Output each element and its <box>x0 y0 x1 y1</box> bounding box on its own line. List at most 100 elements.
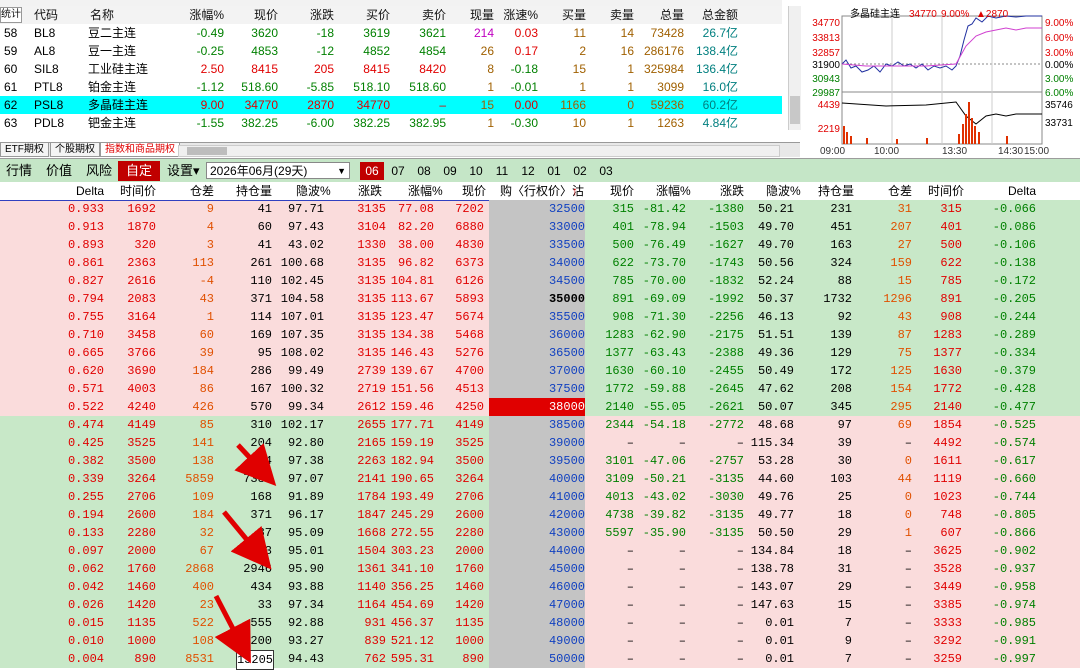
col-put-delta[interactable]: Delta <box>1008 182 1036 200</box>
month-tab-12[interactable]: 12 <box>516 159 540 183</box>
option-row[interactable]: 0.710 3458 60 169 107.35 3135 134.38 5468 36000 1… <box>0 326 1080 344</box>
option-row[interactable]: 0.004 890 8531 13205 94.43 762 595.31 890 50000–… <box>0 650 1080 670</box>
col-call-chg-pct[interactable]: 涨幅% <box>408 182 443 200</box>
option-row[interactable]: 0.042 1460 400 434 93.88 1140 356.25 1460 46000–… <box>0 578 1080 596</box>
col-amount[interactable]: 总金额 <box>688 6 738 24</box>
option-row[interactable]: 0.010 1000 108 200 93.27 839 521.12 1000 49000– –… <box>0 632 1080 650</box>
option-row[interactable]: 0.827 2616 -4 110 102.45 3135 104.81 6126 34500 7… <box>0 272 1080 290</box>
col-call-oi-change[interactable]: 仓差 <box>190 182 214 200</box>
quote-row[interactable]: 59 AL8 豆一主连 -0.25 4853 -12 4852 4854 26 0.17 2 16 28… <box>0 42 782 60</box>
quote-row[interactable]: 62 PSL8 多晶硅主连 9.00 34770 2870 34770 – 15 0.00 1166… <box>0 96 782 114</box>
col-bid[interactable]: 买价 <box>338 6 390 24</box>
strike-cell[interactable]: 39000 <box>489 434 585 452</box>
toolbar-quote[interactable]: 行情 <box>6 159 32 183</box>
col-put-chg-pct[interactable]: 涨幅% <box>656 182 691 200</box>
strike-cell[interactable]: 33500 <box>489 236 585 254</box>
strike-cell[interactable]: 35500 <box>489 308 585 326</box>
strike-cell[interactable]: 44000 <box>489 542 585 560</box>
toolbar-value[interactable]: 价值 <box>46 159 72 183</box>
stats-button[interactable]: 统计 <box>0 7 22 23</box>
month-tab-01[interactable]: 01 <box>542 159 566 183</box>
strike-cell[interactable]: 40000 <box>489 470 585 488</box>
strike-cell[interactable]: 33000 <box>489 218 585 236</box>
option-row[interactable]: 0.933 1692 9 41 97.71 3135 77.08 7202 32500 315 -8… <box>0 200 1080 218</box>
col-put-oi-change[interactable]: 仓差 <box>888 182 912 200</box>
option-row[interactable]: 0.474 4149 85 310 102.17 2655 177.71 4149 38500 2… <box>0 416 1080 434</box>
option-row[interactable]: 0.571 4003 86 167 100.32 2719 151.56 4513 37500 1… <box>0 380 1080 398</box>
col-call-change[interactable]: 涨跌 <box>358 182 382 200</box>
tab-etf-options[interactable]: ETF期权 <box>0 143 49 157</box>
strike-cell[interactable]: 49000 <box>489 632 585 650</box>
month-tab-09[interactable]: 09 <box>438 159 462 183</box>
option-row[interactable]: 0.133 2280 32 87 95.09 1668 272.55 2280 43000 559… <box>0 524 1080 542</box>
month-tab-10[interactable]: 10 <box>464 159 488 183</box>
col-put-iv[interactable]: 隐波% <box>766 182 801 200</box>
month-tab-11[interactable]: 11 <box>490 159 514 183</box>
option-row[interactable]: 0.097 2000 67 113 95.01 1504 303.23 2000 44000– –… <box>0 542 1080 560</box>
quote-row[interactable]: 60 SIL8 工业硅主连 2.50 8415 205 8415 8420 8 -0.18 15 1 3… <box>0 60 782 78</box>
toolbar-custom[interactable]: 自定 <box>118 161 161 181</box>
quote-table[interactable]: 统计 代码 名称 涨幅% 现价 涨跌 买价 卖价 现量 涨速% 买量 卖量 总量… <box>0 6 782 132</box>
quote-row[interactable]: 61 PTL8 铂金主连 -1.12 518.60 -5.85 518.10 518.60 1 -… <box>0 78 782 96</box>
strike-cell[interactable]: 41000 <box>489 488 585 506</box>
quote-row[interactable]: 58 BL8 豆二主连 -0.49 3620 -18 3619 3621 214 0.03 11 14… <box>0 24 782 42</box>
option-row[interactable]: 0.026 1420 23 33 97.34 1164 454.69 1420 47000– – –… <box>0 596 1080 614</box>
month-tab-03[interactable]: 03 <box>594 159 618 183</box>
col-call-open-interest[interactable]: 持仓量 <box>236 182 272 200</box>
col-chg-pct[interactable]: 涨幅% <box>170 6 224 24</box>
scrollbar-thumb[interactable] <box>187 147 227 155</box>
col-put-time-value[interactable]: 时间价 <box>928 182 964 200</box>
sort-arrow-icon[interactable]: ↑ <box>572 182 578 200</box>
col-ask[interactable]: 卖价 <box>394 6 446 24</box>
col-code[interactable]: 代码 <box>34 6 58 24</box>
toolbar-settings[interactable]: 设置▾ <box>167 159 200 183</box>
strike-cell[interactable]: 32500 <box>489 200 585 218</box>
strike-cell[interactable]: 42000 <box>489 506 585 524</box>
tab-stock-options[interactable]: 个股期权 <box>50 143 100 157</box>
mini-intraday-chart[interactable]: 34770 33813 32857 31900 30943 29987 4439… <box>806 6 1080 157</box>
option-row[interactable]: 0.522 4240 426 570 99.34 2612 159.46 4250 38000 2… <box>0 398 1080 416</box>
strike-cell[interactable]: 38000 <box>489 398 585 416</box>
option-row[interactable]: 0.194 2600 184 371 96.17 1847 245.29 2600 42000 4… <box>0 506 1080 524</box>
strike-cell[interactable]: 37500 <box>489 380 585 398</box>
strike-cell[interactable]: 46000 <box>489 578 585 596</box>
col-last-vol[interactable]: 现量 <box>450 6 494 24</box>
scrollbar-thumb[interactable] <box>790 96 800 124</box>
strike-cell[interactable]: 36500 <box>489 344 585 362</box>
option-row[interactable]: 0.665 3766 39 95 108.02 3135 146.43 5276 36500 13… <box>0 344 1080 362</box>
option-row[interactable]: 0.893 320 3 41 43.02 1330 38.00 4830 33500 500 -76… <box>0 236 1080 254</box>
col-total-vol[interactable]: 总量 <box>636 6 684 24</box>
col-call-time-value[interactable]: 时间价 <box>120 182 156 200</box>
strike-cell[interactable]: 34000 <box>489 254 585 272</box>
strike-cell[interactable]: 36000 <box>489 326 585 344</box>
quote-row[interactable]: 63 PDL8 钯金主连 -1.55 382.25 -6.00 382.25 382.95 1 -… <box>0 114 782 132</box>
month-tab-08[interactable]: 08 <box>412 159 436 183</box>
option-row[interactable]: 0.794 2083 43 371 104.58 3135 113.67 5893 35000 8… <box>0 290 1080 308</box>
col-name[interactable]: 名称 <box>90 6 114 24</box>
col-change[interactable]: 涨跌 <box>282 6 334 24</box>
strike-cell[interactable]: 45000 <box>489 560 585 578</box>
option-row[interactable]: 0.015 1135 522 555 92.88 931 456.37 1135 48000– –… <box>0 614 1080 632</box>
option-row[interactable]: 0.913 1870 4 60 97.43 3104 82.20 6880 33000 401 -7… <box>0 218 1080 236</box>
strike-cell[interactable]: 38500 <box>489 416 585 434</box>
col-put-change[interactable]: 涨跌 <box>720 182 744 200</box>
month-tab-02[interactable]: 02 <box>568 159 592 183</box>
option-row[interactable]: 0.062 1760 2868 2946 95.90 1361 341.10 1760 4500… <box>0 560 1080 578</box>
col-ask-vol[interactable]: 卖量 <box>588 6 634 24</box>
strike-cell[interactable]: 37000 <box>489 362 585 380</box>
col-price[interactable]: 现价 <box>226 6 278 24</box>
option-row[interactable]: 0.339 3264 5859 7384 97.07 2141 190.65 3264 4000… <box>0 470 1080 488</box>
quote-horizontal-scrollbar[interactable] <box>178 145 780 157</box>
expiry-month-select[interactable]: 2026年06月(29天) ▼ <box>206 162 350 179</box>
strike-cell[interactable]: 47000 <box>489 596 585 614</box>
col-speed[interactable]: 涨速% <box>496 6 538 24</box>
month-tab-06[interactable]: 06 <box>360 162 384 180</box>
strike-cell[interactable]: 50000 <box>489 650 585 668</box>
strike-cell[interactable]: 34500 <box>489 272 585 290</box>
option-row[interactable]: 0.425 3525 141 204 92.80 2165 159.19 3525 39000–… <box>0 434 1080 452</box>
strike-cell[interactable]: 35000 <box>489 290 585 308</box>
option-row[interactable]: 0.382 3500 138 244 97.38 2263 182.94 3500 39500 3… <box>0 452 1080 470</box>
col-put-price[interactable]: 现价 <box>610 182 634 200</box>
quote-vertical-scrollbar[interactable] <box>788 6 801 130</box>
toolbar-risk[interactable]: 风险 <box>86 159 112 183</box>
